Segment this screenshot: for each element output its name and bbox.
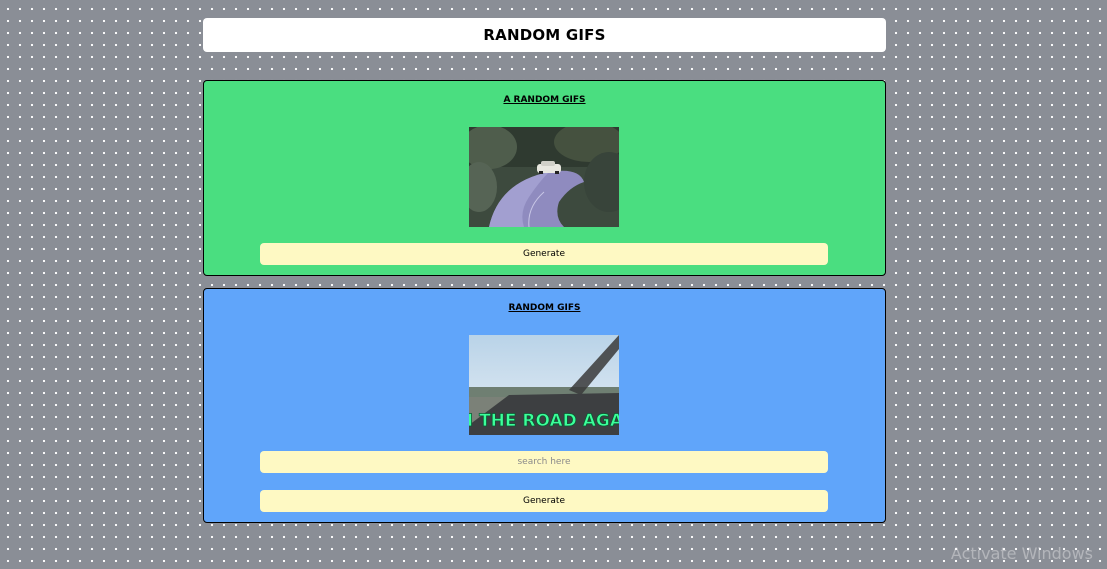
on-the-road-gif: ON THE ROAD AGAIN xyxy=(469,335,619,435)
search-generate-button[interactable]: Generate xyxy=(260,490,828,512)
random-generate-button[interactable]: Generate xyxy=(260,243,828,265)
page-title: RANDOM GIFS xyxy=(483,26,606,44)
racing-car-gif xyxy=(469,127,619,227)
random-gif-image xyxy=(469,127,619,227)
windows-activation-watermark: Activate Windows xyxy=(950,544,1093,563)
random-gif-card: A RANDOM GIFS Generate xyxy=(203,80,886,276)
search-gif-card-title: RANDOM GIFS xyxy=(508,303,581,313)
search-gif-image: ON THE ROAD AGAIN xyxy=(469,335,619,435)
gif-caption-text: ON THE ROAD AGAIN xyxy=(469,411,619,431)
search-gif-card: RANDOM GIFS ON THE ROAD AGAIN Generate xyxy=(203,288,886,523)
page-header: RANDOM GIFS xyxy=(203,18,886,52)
random-gif-card-title: A RANDOM GIFS xyxy=(503,95,586,105)
search-input[interactable] xyxy=(260,451,828,473)
